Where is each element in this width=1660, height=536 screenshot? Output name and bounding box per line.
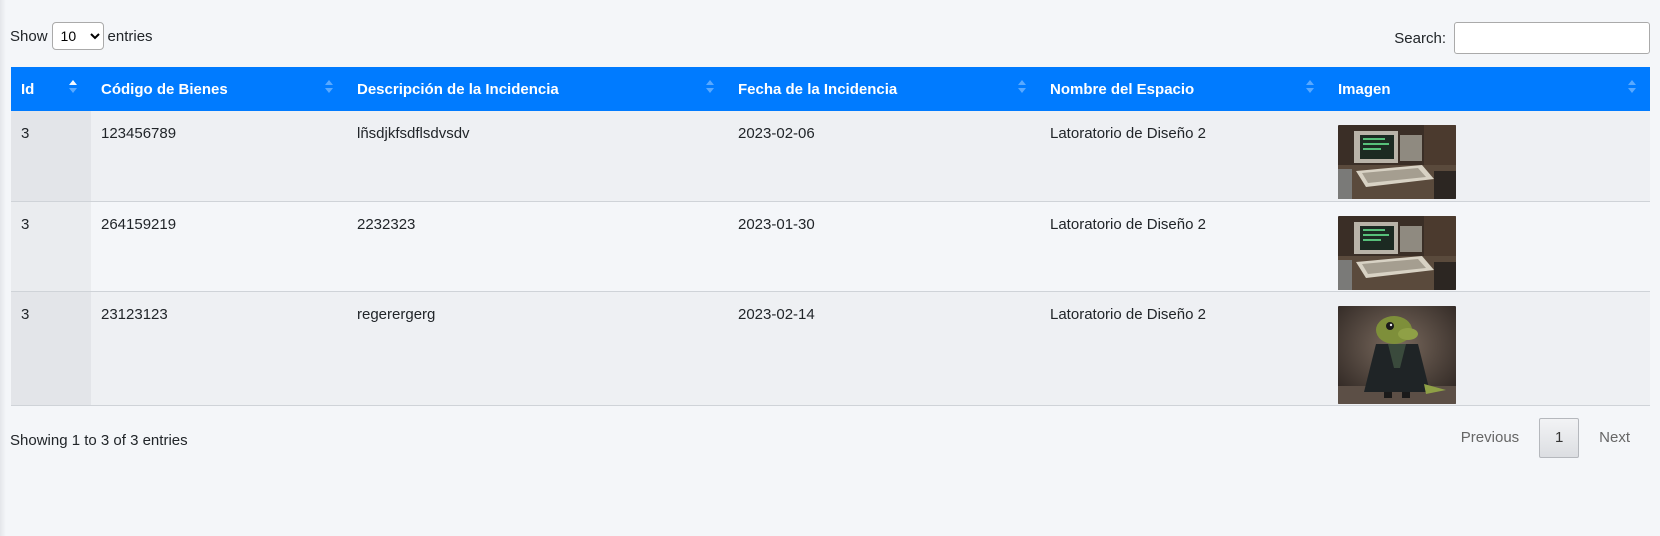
sort-icon bbox=[1018, 80, 1026, 96]
cell-imagen bbox=[1328, 201, 1650, 291]
table-info: Showing 1 to 3 of 3 entries bbox=[10, 432, 188, 449]
cell-imagen bbox=[1328, 111, 1650, 201]
column-header-label: Descripción de la Incidencia bbox=[357, 80, 559, 98]
search-control: Search: bbox=[1394, 22, 1650, 54]
table-controls: Show 10 entries Search: bbox=[10, 22, 1660, 54]
next-page-button[interactable]: Next bbox=[1579, 418, 1650, 458]
cell-codigo: 123456789 bbox=[91, 111, 347, 201]
left-edge-shadow bbox=[0, 0, 6, 536]
search-label: Search: bbox=[1394, 29, 1446, 47]
cell-fecha: 2023-02-14 bbox=[728, 291, 1040, 405]
column-header-espacio[interactable]: Nombre del Espacio bbox=[1040, 67, 1328, 111]
column-header-label: Nombre del Espacio bbox=[1050, 80, 1195, 98]
computer-photo-thumbnail[interactable] bbox=[1338, 215, 1456, 290]
column-header-label: Fecha de la Incidencia bbox=[738, 80, 898, 98]
cell-codigo: 23123123 bbox=[91, 291, 347, 405]
sort-ascending-icon bbox=[69, 80, 77, 96]
cell-imagen bbox=[1328, 291, 1650, 405]
computer-photo-thumbnail[interactable] bbox=[1338, 125, 1456, 199]
sort-icon bbox=[325, 80, 333, 96]
sort-icon bbox=[1628, 80, 1636, 96]
show-label: Show bbox=[10, 27, 48, 45]
dinosaur-photo-thumbnail[interactable] bbox=[1338, 305, 1456, 404]
table-row: 3 264159219 2232323 2023-01-30 Latorator… bbox=[11, 201, 1650, 291]
page-1-button[interactable]: 1 bbox=[1539, 418, 1580, 458]
cell-espacio: Latoratorio de Diseño 2 bbox=[1040, 291, 1328, 405]
cell-espacio: Latoratorio de Diseño 2 bbox=[1040, 111, 1328, 201]
column-header-id[interactable]: Id bbox=[11, 67, 91, 111]
previous-page-button[interactable]: Previous bbox=[1441, 418, 1539, 458]
table-row: 3 23123123 regerergerg 2023-02-14 Latora… bbox=[11, 291, 1650, 405]
sort-icon bbox=[706, 80, 714, 96]
table-row: 3 123456789 lñsdjkfsdflsdvsdv 2023-02-06… bbox=[11, 111, 1650, 201]
column-header-label: Imagen bbox=[1338, 80, 1391, 98]
entries-length-select[interactable]: 10 bbox=[51, 22, 104, 50]
sort-icon bbox=[1306, 80, 1314, 96]
cell-fecha: 2023-01-30 bbox=[728, 201, 1040, 291]
cell-codigo: 264159219 bbox=[91, 201, 347, 291]
cell-id: 3 bbox=[11, 291, 91, 405]
column-header-fecha[interactable]: Fecha de la Incidencia bbox=[728, 67, 1040, 111]
column-header-imagen[interactable]: Imagen bbox=[1328, 67, 1650, 111]
cell-fecha: 2023-02-06 bbox=[728, 111, 1040, 201]
column-header-label: Código de Bienes bbox=[101, 80, 228, 98]
cell-espacio: Latoratorio de Diseño 2 bbox=[1040, 201, 1328, 291]
datatable-page: Show 10 entries Search: Id Código de Bie… bbox=[0, 0, 1660, 536]
column-header-codigo[interactable]: Código de Bienes bbox=[91, 67, 347, 111]
column-header-label: Id bbox=[21, 80, 35, 98]
table-header-row: Id Código de Bienes Descripción de la In… bbox=[11, 67, 1650, 111]
incidents-table: Id Código de Bienes Descripción de la In… bbox=[11, 67, 1650, 406]
column-header-descripcion[interactable]: Descripción de la Incidencia bbox=[347, 67, 728, 111]
cell-descripcion: lñsdjkfsdflsdvsdv bbox=[347, 111, 728, 201]
pagination: Previous 1 Next bbox=[1441, 418, 1650, 458]
cell-id: 3 bbox=[11, 201, 91, 291]
cell-descripcion: regerergerg bbox=[347, 291, 728, 405]
search-input[interactable] bbox=[1454, 22, 1650, 54]
entries-label: entries bbox=[107, 27, 153, 45]
cell-id: 3 bbox=[11, 111, 91, 201]
entries-length-control: Show 10 entries bbox=[10, 22, 153, 50]
cell-descripcion: 2232323 bbox=[347, 201, 728, 291]
